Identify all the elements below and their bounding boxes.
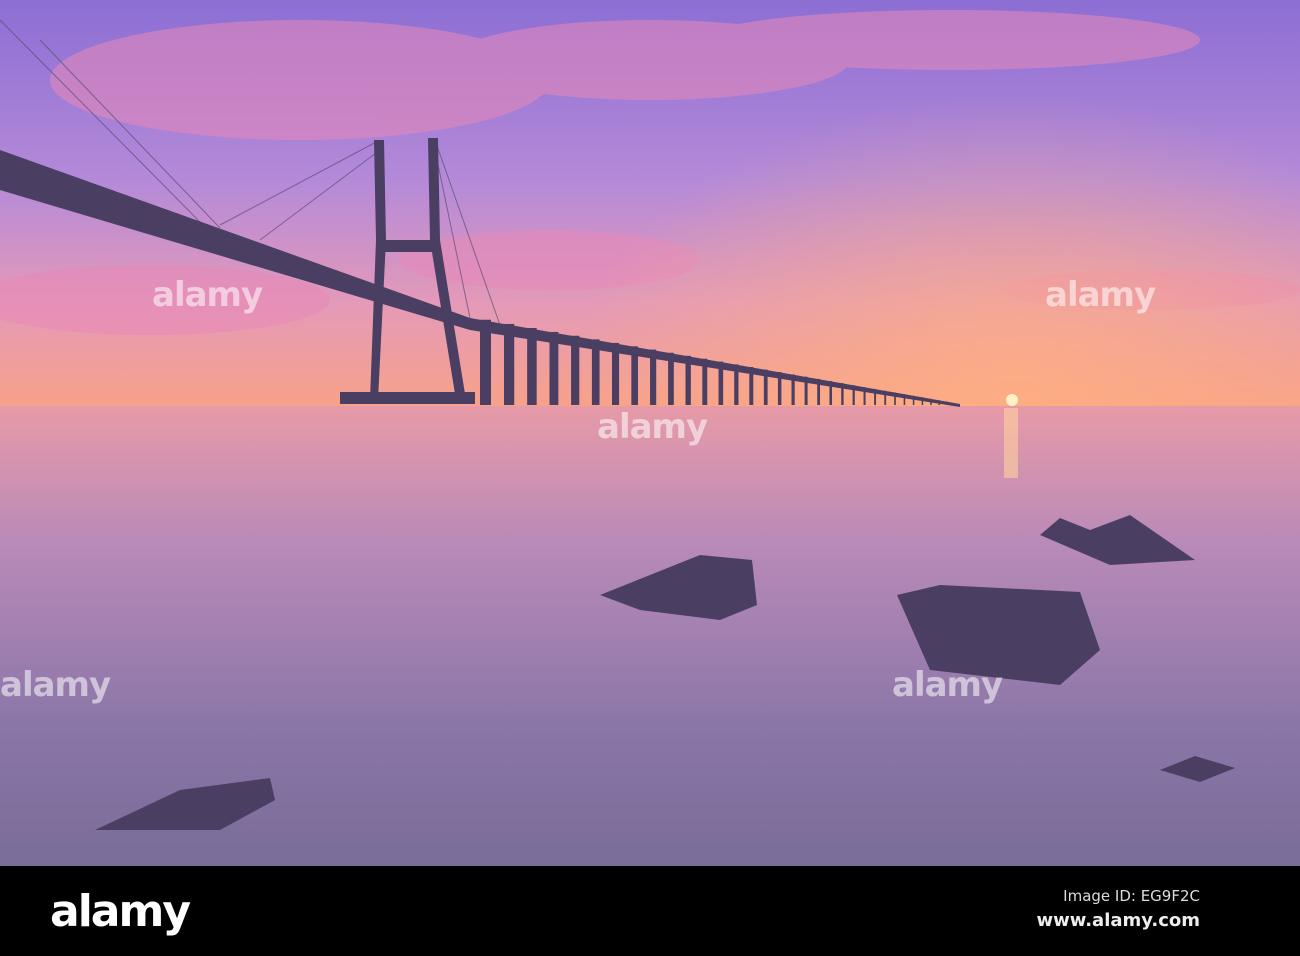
bridge-pier (480, 319, 491, 405)
watermark: alamy (152, 275, 263, 315)
bridge-pier (852, 385, 855, 405)
bridge-pier (527, 328, 537, 405)
bridge-pier (668, 352, 674, 405)
image-id: Image ID: EG9F2C (1063, 887, 1200, 905)
bridge-pier (791, 374, 795, 405)
bridge-pier (777, 372, 782, 405)
bridge-pier (817, 378, 821, 405)
bridge-pier (874, 388, 877, 405)
bridge-pier (863, 387, 866, 405)
watermark: alamy (597, 407, 708, 447)
watermark: alamy (892, 665, 1003, 705)
bridge-pier (734, 364, 739, 405)
watermark: alamy (0, 665, 111, 705)
bridge-pier (946, 401, 948, 405)
bridge-pier (549, 331, 559, 405)
watermark: alamy (1045, 275, 1156, 315)
bridge-pier (921, 397, 924, 405)
bridge-pier (685, 355, 691, 405)
bridge-pier (631, 346, 638, 405)
bridge-pier (763, 369, 768, 405)
bridge-pier (841, 383, 844, 405)
bridge-pier (718, 361, 724, 405)
bridge-pier (611, 342, 620, 405)
bridge-pier (804, 376, 808, 405)
bridge-pier (650, 349, 657, 405)
bridge-pier (903, 394, 906, 405)
sun (1006, 394, 1018, 406)
bridge-pier (829, 381, 833, 405)
bridge-pier (749, 367, 754, 405)
website-link[interactable]: www.alamy.com (1036, 910, 1200, 931)
bridge-pier (591, 339, 600, 405)
bridge-pier (930, 398, 932, 405)
footer-bar: alamy Image ID: EG9F2C www.alamy.com (0, 866, 1300, 956)
bridge-pier (894, 392, 896, 405)
bridge-pier (702, 358, 708, 405)
alamy-logo: alamy (50, 886, 191, 937)
bridge-pier (571, 335, 580, 405)
bridge-pier (504, 323, 515, 405)
bridge-pier (884, 390, 887, 405)
bridge-pier (912, 395, 915, 405)
bridge-pier (938, 400, 940, 405)
